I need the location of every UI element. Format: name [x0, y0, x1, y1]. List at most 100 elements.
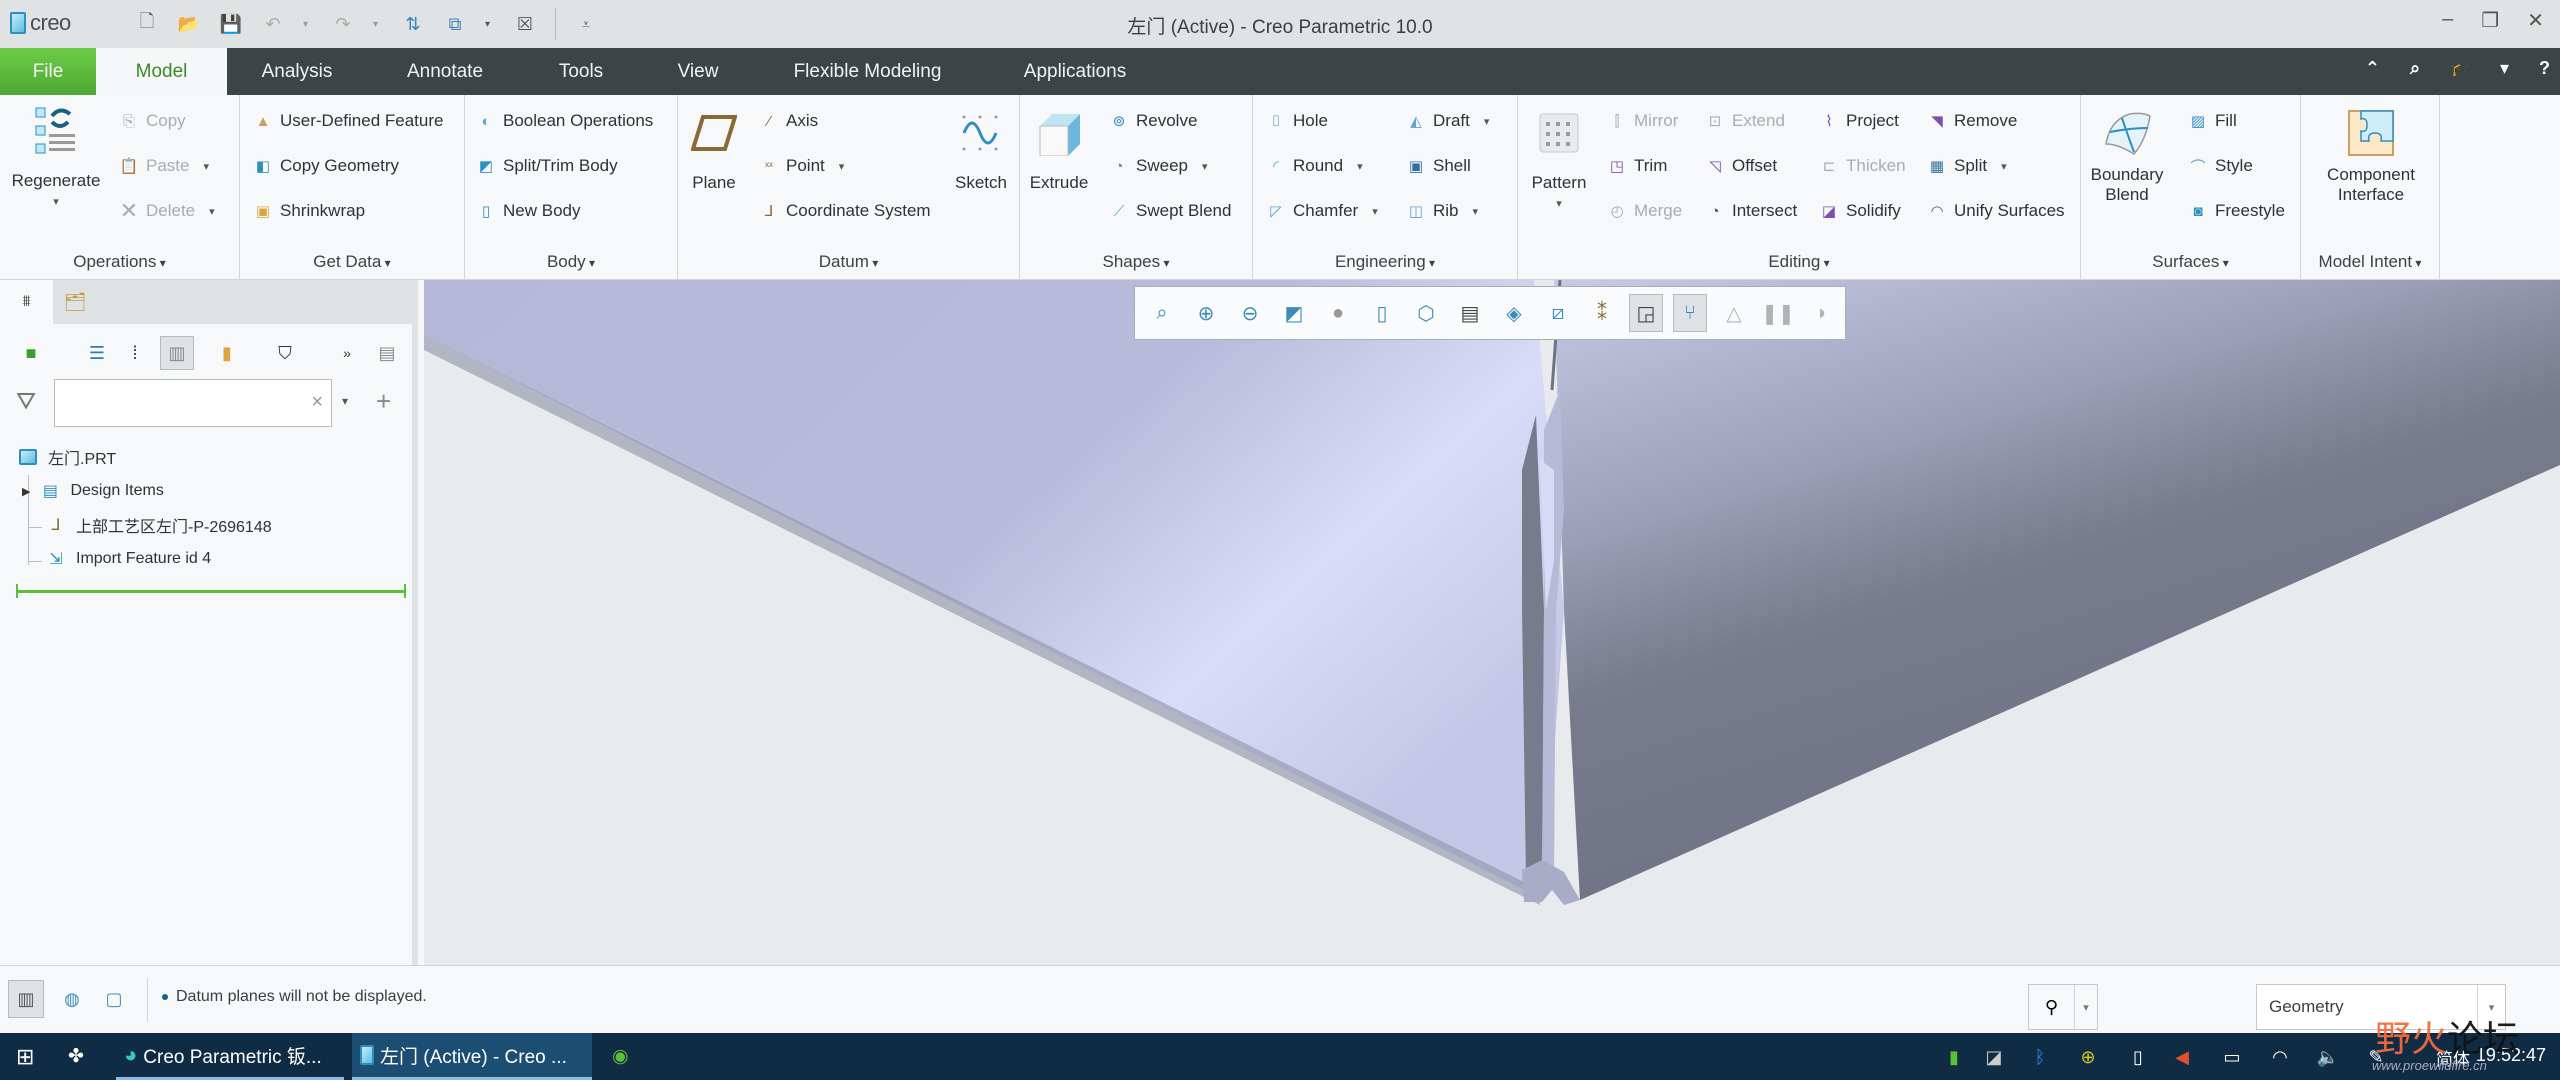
taskbar-item-camera[interactable]: ◉ [604, 1033, 644, 1080]
tree-item-csys[interactable]: ⅃ 上部工艺区左门-P-2696148 [44, 513, 272, 537]
find-button[interactable]: ⚲ ▾ [2028, 984, 2098, 1030]
perspective-icon[interactable]: ◈ [1497, 294, 1531, 332]
swept-blend-button[interactable]: ⟋ Swept Blend [1108, 198, 1232, 224]
show-navigator-icon[interactable]: ▥ [8, 980, 44, 1018]
view-manager-icon[interactable]: ▤ [1453, 294, 1487, 332]
repaint-icon[interactable]: ◩ [1277, 294, 1311, 332]
boolean-operations-button[interactable]: ◐ Boolean Operations [475, 108, 653, 134]
binoculars-icon[interactable]: ⚲ [2029, 985, 2075, 1029]
extend-button[interactable]: ⊡ Extend [1704, 108, 1785, 134]
taskbar-item-edge[interactable]: ◕ Creo Parametric 钣... [116, 1033, 344, 1080]
annotation-display-icon[interactable]: ⁑ [1585, 294, 1619, 332]
operations-group-label[interactable]: Operations [0, 252, 239, 272]
model-tree-tab[interactable]: ⩩ [0, 280, 53, 324]
start-button[interactable]: ⊞ [8, 1033, 48, 1080]
section-icon[interactable]: ◗ [1805, 294, 1839, 332]
wifi-icon[interactable]: ◠ [2266, 1043, 2294, 1071]
remove-button[interactable]: ◥ Remove [1926, 108, 2017, 134]
datum-group-label[interactable]: Datum [678, 252, 1019, 272]
tab-file[interactable]: File [0, 48, 96, 95]
delete-button[interactable]: ✕ Delete ▾ [118, 198, 215, 224]
tab-model[interactable]: Model [96, 48, 227, 95]
split-dropdown[interactable]: ▾ [2001, 160, 2007, 173]
help-icon[interactable]: ? [2539, 58, 2550, 79]
tree-filter-icon[interactable]: ⛉ [268, 336, 302, 370]
expand-arrow-icon[interactable]: ▶ [22, 485, 30, 498]
get-data-group-label[interactable]: Get Data [240, 252, 464, 272]
graphics-window[interactable]: ⌕ ⊕ ⊖ ◩ ● ▯ ⬡ ▤ ◈ ⧄ ⁑ ◲ ⑂ △ ❚❚ ◗ [424, 280, 2560, 965]
tab-flexible-modeling[interactable]: Flexible Modeling [785, 48, 950, 95]
copy-geometry-button[interactable]: ◧ Copy Geometry [252, 153, 399, 179]
hole-button[interactable]: ⌷ Hole [1265, 108, 1327, 134]
project-button[interactable]: ⌇ Project [1818, 108, 1899, 134]
full-screen-icon[interactable]: ▢ [96, 980, 132, 1018]
speaker-muted-icon[interactable]: ◀ [2168, 1043, 2196, 1071]
draft-button[interactable]: ◭ Draft ▾ [1405, 108, 1489, 134]
clear-search-icon[interactable]: × [311, 391, 323, 414]
rib-dropdown[interactable]: ▾ [1473, 205, 1479, 218]
split-button[interactable]: ▦ Split ▾ [1926, 153, 2007, 179]
tab-annotate[interactable]: Annotate [395, 48, 495, 95]
style-button[interactable]: ⌒ Style [2187, 153, 2252, 179]
sketch-button[interactable]: Sketch [950, 107, 1012, 193]
sweep-dropdown[interactable]: ▾ [1202, 160, 1208, 173]
point-dropdown[interactable]: ▾ [839, 160, 845, 173]
pinned-app-button[interactable]: ✤ [60, 1033, 100, 1080]
regenerate-dropdown[interactable]: ▾ [53, 195, 59, 208]
freestyle-button[interactable]: ◙ Freestyle [2187, 198, 2284, 224]
feature-settings-icon[interactable]: ▮ [210, 336, 244, 370]
volume-icon[interactable]: 🔈 [2314, 1043, 2342, 1071]
axis-button[interactable]: ⁄ Axis [758, 108, 818, 134]
settings-menu-icon[interactable]: ▤ [370, 336, 404, 370]
selection-display-icon[interactable]: ⑂ [1673, 294, 1707, 332]
simulation-icon[interactable]: △ [1717, 294, 1751, 332]
sweep-button[interactable]: ◔ Sweep ▾ [1108, 153, 1208, 179]
merge-button[interactable]: ◴ Merge [1606, 198, 1682, 224]
refit-icon[interactable]: ⌕ [1145, 294, 1179, 332]
udf-button[interactable]: ▲ User-Defined Feature [252, 108, 444, 134]
offset-button[interactable]: ◹ Offset [1704, 153, 1777, 179]
tab-view[interactable]: View [668, 48, 728, 95]
extrude-button[interactable]: Extrude [1028, 107, 1090, 193]
mirror-button[interactable]: ⫿ Mirror [1606, 108, 1679, 134]
plane-button[interactable]: Plane [688, 107, 740, 193]
expand-all-icon[interactable]: ☰ [80, 336, 114, 370]
active-body-icon[interactable]: ■ [14, 336, 48, 370]
model-intent-group-label[interactable]: Model Intent [2301, 252, 2439, 272]
search-options-dropdown[interactable]: ▾ [342, 394, 348, 408]
rib-button[interactable]: ◫ Rib ▾ [1405, 198, 1478, 224]
taskbar-item-creo[interactable]: 左门 (Active) - Creo ... [352, 1033, 592, 1080]
editing-group-label[interactable]: Editing [1518, 252, 2080, 272]
security-tray-icon[interactable]: ⊕ [2074, 1043, 2102, 1071]
shapes-group-label[interactable]: Shapes [1020, 252, 1252, 272]
pattern-dropdown[interactable]: ▾ [1556, 197, 1562, 210]
bluetooth-icon[interactable]: ᛒ [2026, 1043, 2054, 1071]
body-group-label[interactable]: Body [465, 252, 677, 272]
shrinkwrap-button[interactable]: ▣ Shrinkwrap [252, 198, 365, 224]
minimize-button[interactable]: – [2442, 8, 2453, 33]
coordinate-system-button[interactable]: ⅃ Coordinate System [758, 198, 931, 224]
restore-button[interactable]: ❐ [2481, 8, 2499, 33]
tree-item-import-feature[interactable]: ⇲ Import Feature id 4 [44, 547, 211, 571]
draft-dropdown[interactable]: ▾ [1484, 115, 1490, 128]
split-trim-body-button[interactable]: ◩ Split/Trim Body [475, 153, 618, 179]
search-icon[interactable]: ⌕ [2410, 58, 2420, 79]
tree-item-design-items[interactable]: ▶ ▤ Design Items [22, 479, 164, 503]
show-columns-icon[interactable]: ▥ [160, 336, 194, 370]
saved-orientations-icon[interactable]: ▯ [1365, 294, 1399, 332]
intersect-button[interactable]: ◔ Intersect [1704, 198, 1797, 224]
browser-icon[interactable]: ◍ [54, 980, 90, 1018]
thicken-button[interactable]: ⊏ Thicken [1818, 153, 1906, 179]
new-body-button[interactable]: ▯ New Body [475, 198, 581, 224]
engineering-group-label[interactable]: Engineering [1253, 252, 1517, 272]
point-button[interactable]: ˣˣ Point ▾ [758, 153, 844, 179]
surfaces-group-label[interactable]: Surfaces [2081, 252, 2300, 272]
more-tools-icon[interactable]: » [330, 336, 364, 370]
battery-icon[interactable]: ▭ [2218, 1043, 2246, 1071]
model-tree-search-input[interactable] [63, 380, 293, 424]
tab-tools[interactable]: Tools [548, 48, 614, 95]
add-filter-icon[interactable]: + [376, 386, 391, 417]
copy-button[interactable]: ⎘ Copy [118, 108, 186, 134]
chamfer-button[interactable]: ◸ Chamfer ▾ [1265, 198, 1378, 224]
pause-icon[interactable]: ❚❚ [1761, 294, 1795, 332]
